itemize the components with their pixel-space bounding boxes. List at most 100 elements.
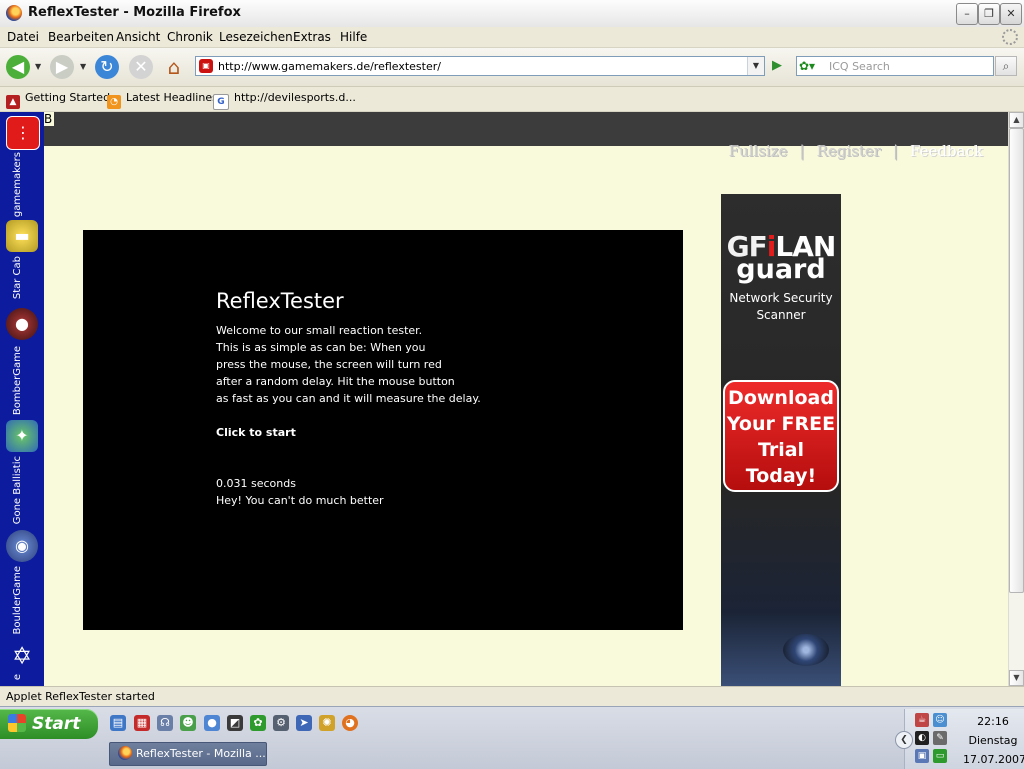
google-icon: G <box>213 94 229 110</box>
click-to-start-prompt[interactable]: Click to start <box>216 426 296 439</box>
bookmark-devilesports[interactable]: Ghttp://devilesports.d... <box>213 91 356 110</box>
menu-extras[interactable]: Extras <box>293 30 331 44</box>
status-text: Applet ReflexTester started <box>6 690 155 703</box>
sidebar-item-star-cab[interactable]: ▬ Star Cab <box>4 218 40 302</box>
taskbar-item-firefox[interactable]: ReflexTester - Mozilla ... <box>109 742 267 766</box>
window-titlebar[interactable]: ReflexTester - Mozilla Firefox – ❐ ✕ <box>0 0 1024 28</box>
sidebar-item-bombergame[interactable]: ● BomberGame <box>4 308 40 416</box>
close-button[interactable]: ✕ <box>1000 3 1022 25</box>
quicklaunch-users-icon[interactable]: ☻ <box>180 715 196 731</box>
sidebar-item-label: e <box>12 674 23 681</box>
link-separator: | <box>892 142 899 160</box>
go-button[interactable]: ▶ <box>767 56 787 76</box>
boulder-icon: ◉ <box>6 530 38 562</box>
reflextester-applet[interactable]: ReflexTester Welcome to our small reacti… <box>83 230 683 630</box>
url-bar[interactable]: ▣ ▼ <box>195 56 765 76</box>
tray-people-icon[interactable]: ☺ <box>933 713 947 727</box>
sidebar-item-label: gamemakers <box>12 152 23 218</box>
firefox-icon <box>118 746 132 760</box>
icq-flower-icon[interactable]: ✿▾ <box>799 58 825 74</box>
sidebar-item-label: BoulderGame <box>12 566 23 635</box>
tray-pen-icon[interactable]: ✎ <box>933 731 947 745</box>
quicklaunch-tool-icon[interactable]: ◩ <box>227 715 243 731</box>
search-input[interactable] <box>829 58 989 74</box>
sidebar-item-bouldergame[interactable]: ◉ BoulderGame <box>4 528 40 635</box>
windows-taskbar: Start ▤ ▦ ☊ ☻ ● ◩ ✿ ⚙ ➤ ✺ ◕ ReflexTester… <box>0 706 1024 769</box>
applet-text-line: press the mouse, the screen will turn re… <box>216 358 442 371</box>
maximize-button[interactable]: ❐ <box>978 3 1000 25</box>
clock-day: Dienstag <box>968 734 1018 747</box>
bookmark-latest-headlines[interactable]: ◔ Latest Headlines <box>107 91 218 109</box>
tray-monitor-icon[interactable]: ▭ <box>933 749 947 763</box>
home-button[interactable]: ⌂ <box>162 55 186 79</box>
navigation-toolbar: ◀ ▼ ▶ ▼ ↻ ✕ ⌂ ▣ ▼ ▶ ✿▾ ⌕ <box>0 48 1024 87</box>
rss-icon: ◔ <box>107 95 121 109</box>
bookmark-label: http://devilesports.d... <box>234 91 356 104</box>
star-icon: ✡ <box>11 642 33 670</box>
menu-datei[interactable]: Datei <box>7 30 39 44</box>
url-history-dropdown-icon[interactable]: ▼ <box>747 57 764 75</box>
scroll-down-button[interactable]: ▼ <box>1009 670 1024 686</box>
gfi-languard-ad[interactable]: GFiLAN guard Network Security Scanner Do… <box>721 194 841 686</box>
bomb-icon: ● <box>6 308 38 340</box>
system-tray: ❮ ☕ ☺ ◐ ✎ ▣ ▭ 22:16 Dienstag 17.07.2007 <box>895 709 1024 769</box>
tray-java-icon[interactable]: ☕ <box>915 713 929 727</box>
quicklaunch-arrow-icon[interactable]: ➤ <box>296 715 312 731</box>
throbber-icon <box>1002 29 1018 45</box>
strip-label: B <box>44 112 54 126</box>
tray-steam-icon[interactable]: ◐ <box>915 731 929 745</box>
sidebar-item-gone-ballistic[interactable]: ✦ Gone Ballistic <box>4 418 40 525</box>
bookmark-label: Getting Started <box>25 91 111 104</box>
bookmarks-toolbar: ▲ Getting Started ◔ Latest Headlines Ghttp… <box>0 87 1024 112</box>
scroll-thumb[interactable] <box>1009 128 1024 593</box>
url-input[interactable] <box>218 58 743 74</box>
minimize-button[interactable]: – <box>956 3 978 25</box>
tray-network-icon[interactable]: ▣ <box>915 749 929 763</box>
back-button[interactable]: ◀ <box>6 55 30 79</box>
search-box[interactable]: ✿▾ <box>796 56 994 76</box>
forward-dropdown-icon[interactable]: ▼ <box>80 62 88 71</box>
gamemakers-logo-icon: ⋮ <box>6 116 40 150</box>
menu-bearbeiten[interactable]: Bearbeiten <box>48 30 114 44</box>
hat-icon: ▲ <box>6 95 20 109</box>
quicklaunch-game-icon[interactable]: ▦ <box>134 715 150 731</box>
bookmark-getting-started[interactable]: ▲ Getting Started <box>6 91 110 109</box>
feedback-link[interactable]: Feedback <box>910 142 983 160</box>
stop-button[interactable]: ✕ <box>129 55 153 79</box>
sidebar-item-gamemakers[interactable]: ⋮ gamemakers <box>4 114 40 218</box>
quicklaunch-desktop-icon[interactable]: ▤ <box>110 715 126 731</box>
menu-lesezeichen[interactable]: Lesezeichen <box>219 30 293 44</box>
scroll-up-button[interactable]: ▲ <box>1009 112 1024 128</box>
quicklaunch-headset-icon[interactable]: ☊ <box>157 715 173 731</box>
search-magnifier-icon[interactable]: ⌕ <box>995 56 1017 76</box>
clock-time[interactable]: 22:16 <box>963 715 1023 728</box>
fullsize-link[interactable]: Fullsize <box>729 142 788 160</box>
applet-title: ReflexTester <box>216 289 344 313</box>
menu-ansicht[interactable]: Ansicht <box>116 30 160 44</box>
status-bar: Applet ReflexTester started <box>0 686 1024 707</box>
back-dropdown-icon[interactable]: ▼ <box>35 62 43 71</box>
tray-expand-chevron-icon[interactable]: ❮ <box>895 731 913 749</box>
start-button[interactable]: Start <box>0 709 98 739</box>
sidebar-item-label: BomberGame <box>12 346 23 416</box>
vertical-scrollbar[interactable]: ▲ ▼ <box>1008 112 1024 686</box>
reaction-time-result: 0.031 seconds <box>216 477 296 490</box>
ad-download-button[interactable]: Download Your FREE Trial Today! <box>723 380 839 492</box>
quicklaunch-ball-icon[interactable]: ✺ <box>319 715 335 731</box>
menu-chronik[interactable]: Chronik <box>167 30 213 44</box>
sidebar-item-next[interactable]: ✡ e <box>4 640 40 686</box>
register-link[interactable]: Register <box>817 142 881 160</box>
ballistic-icon: ✦ <box>6 420 38 452</box>
applet-text-line: Welcome to our small reaction tester. <box>216 324 423 337</box>
page-viewport: ⋮ gamemakers ▬ Star Cab ● BomberGame ✦ G… <box>0 112 1008 686</box>
top-links: Fullsize | Register | Feedback <box>729 142 983 160</box>
menu-hilfe[interactable]: Hilfe <box>340 30 367 44</box>
sidebar-item-label: Gone Ballistic <box>12 456 23 525</box>
applet-text-line: This is as simple as can be: When you <box>216 341 426 354</box>
quicklaunch-icq-icon[interactable]: ✿ <box>250 715 266 731</box>
quicklaunch-firefox-icon[interactable]: ◕ <box>342 715 358 731</box>
quicklaunch-steam-icon[interactable]: ⚙ <box>273 715 289 731</box>
reload-button[interactable]: ↻ <box>95 55 119 79</box>
forward-button[interactable]: ▶ <box>50 55 74 79</box>
quicklaunch-drop-icon[interactable]: ● <box>204 715 220 731</box>
